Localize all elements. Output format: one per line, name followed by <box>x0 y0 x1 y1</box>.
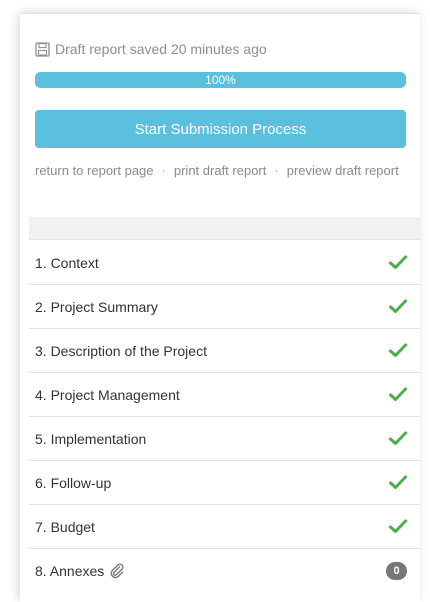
section-label-wrapper: 8. Annexes <box>35 563 125 579</box>
report-links: return to report page · print draft report… <box>35 161 406 181</box>
check-icon <box>389 255 407 269</box>
section-row-budget[interactable]: 7. Budget <box>29 505 420 549</box>
preview-draft-link[interactable]: preview draft report <box>287 163 399 178</box>
section-row-description[interactable]: 3. Description of the Project <box>29 329 420 373</box>
section-label: 6. Follow-up <box>35 474 112 491</box>
save-status-text: Draft report saved 20 minutes ago <box>55 41 267 57</box>
section-list: 1. Context 2. Project Summary 3. Descrip… <box>29 241 420 593</box>
section-row-implementation[interactable]: 5. Implementation <box>29 417 420 461</box>
section-row-context[interactable]: 1. Context <box>29 241 420 285</box>
start-submission-button[interactable]: Start Submission Process <box>35 110 406 148</box>
section-label: 4. Project Management <box>35 386 180 403</box>
save-status: Draft report saved 20 minutes ago <box>35 40 267 58</box>
section-row-annexes[interactable]: 8. Annexes 0 <box>29 549 420 593</box>
progress-label: 100% <box>205 73 236 87</box>
progress-bar: 100% <box>35 72 406 88</box>
check-icon <box>389 299 407 313</box>
link-separator: · <box>274 163 279 178</box>
check-icon <box>389 431 407 445</box>
section-label: 5. Implementation <box>35 430 147 447</box>
section-row-project-summary[interactable]: 2. Project Summary <box>29 285 420 329</box>
progress-fill: 100% <box>35 72 406 88</box>
section-row-project-management[interactable]: 4. Project Management <box>29 373 420 417</box>
section-label: 2. Project Summary <box>35 298 158 315</box>
return-to-report-link[interactable]: return to report page <box>35 163 154 178</box>
section-row-follow-up[interactable]: 6. Follow-up <box>29 461 420 505</box>
check-icon <box>389 519 407 533</box>
paperclip-icon <box>110 563 124 579</box>
section-label: 8. Annexes <box>35 563 105 579</box>
check-icon <box>389 475 407 489</box>
check-icon <box>389 343 407 357</box>
section-label: 7. Budget <box>35 518 95 535</box>
annex-count-badge: 0 <box>386 562 407 580</box>
print-draft-link[interactable]: print draft report <box>174 163 267 178</box>
check-icon <box>389 387 407 401</box>
link-separator: · <box>161 163 166 178</box>
section-label: 3. Description of the Project <box>35 342 207 359</box>
floppy-disk-icon <box>35 41 50 57</box>
submission-panel: Draft report saved 20 minutes ago 100% S… <box>20 13 420 602</box>
section-list-header <box>29 217 420 240</box>
section-label: 1. Context <box>35 254 99 271</box>
